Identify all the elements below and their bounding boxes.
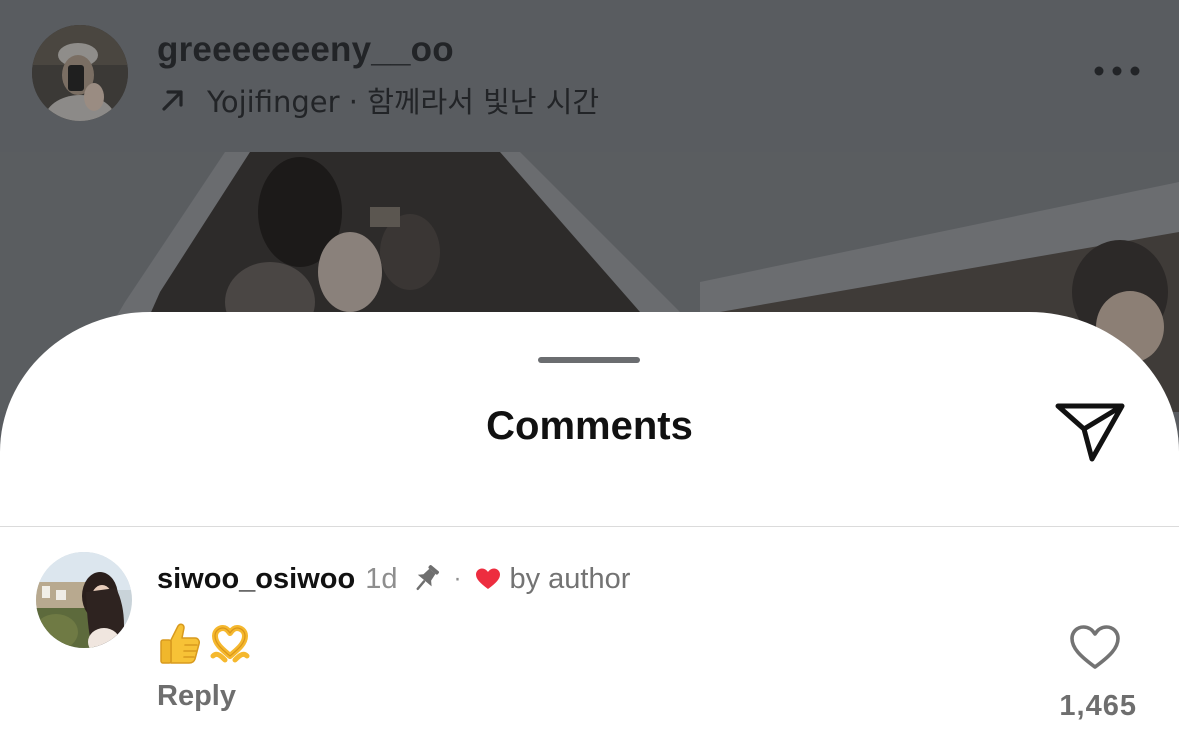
comment-meta: siwoo_osiwoo 1d · by author: [157, 559, 630, 599]
post-music-label: Yojifinger · 함께라서 빛난 시간: [207, 85, 600, 119]
like-count: 1,465: [1059, 690, 1137, 722]
like-button[interactable]: [1068, 623, 1122, 671]
post-header: greeeeeeeny__oo Yojifinger · 함께라서 빛난 시간: [0, 0, 1179, 152]
comment-avatar[interactable]: [36, 552, 132, 648]
heart-hands-emoji: [210, 625, 250, 663]
sheet-title: Comments: [486, 404, 693, 448]
more-horizontal-icon: [1094, 66, 1140, 76]
screen: greeeeeeeny__oo Yojifinger · 함께라서 빛난 시간: [0, 0, 1179, 739]
post-author-avatar[interactable]: [32, 25, 128, 121]
meta-separator: ·: [453, 565, 462, 592]
comments-sheet: Comments siwoo_osiwoo 1d · by author Rep…: [0, 312, 1179, 739]
heart-filled-icon: [476, 568, 501, 589]
comment-body: [157, 615, 253, 671]
arrow-up-right-icon: [162, 90, 183, 111]
share-button[interactable]: [1052, 396, 1128, 466]
more-options-button[interactable]: [1082, 56, 1152, 86]
send-icon: [1055, 403, 1125, 462]
post-username[interactable]: greeeeeeeny__oo: [157, 30, 454, 70]
pin-icon: [416, 565, 440, 591]
thumbs-up-emoji: [160, 623, 200, 664]
comment-timestamp: 1d: [365, 562, 398, 595]
avatar-photo: [36, 552, 132, 648]
avatar-photo: [32, 25, 128, 121]
comment-item: siwoo_osiwoo 1d · by author Reply 1,465: [0, 527, 1179, 739]
reply-button[interactable]: Reply: [157, 680, 236, 713]
comment-username[interactable]: siwoo_osiwoo: [157, 563, 355, 596]
post-music[interactable]: Yojifinger · 함께라서 빛난 시간: [157, 80, 599, 120]
sheet-grabber[interactable]: [538, 357, 640, 363]
liked-by-author-label: by author: [509, 562, 631, 595]
heart-outline-icon: [1070, 625, 1120, 669]
